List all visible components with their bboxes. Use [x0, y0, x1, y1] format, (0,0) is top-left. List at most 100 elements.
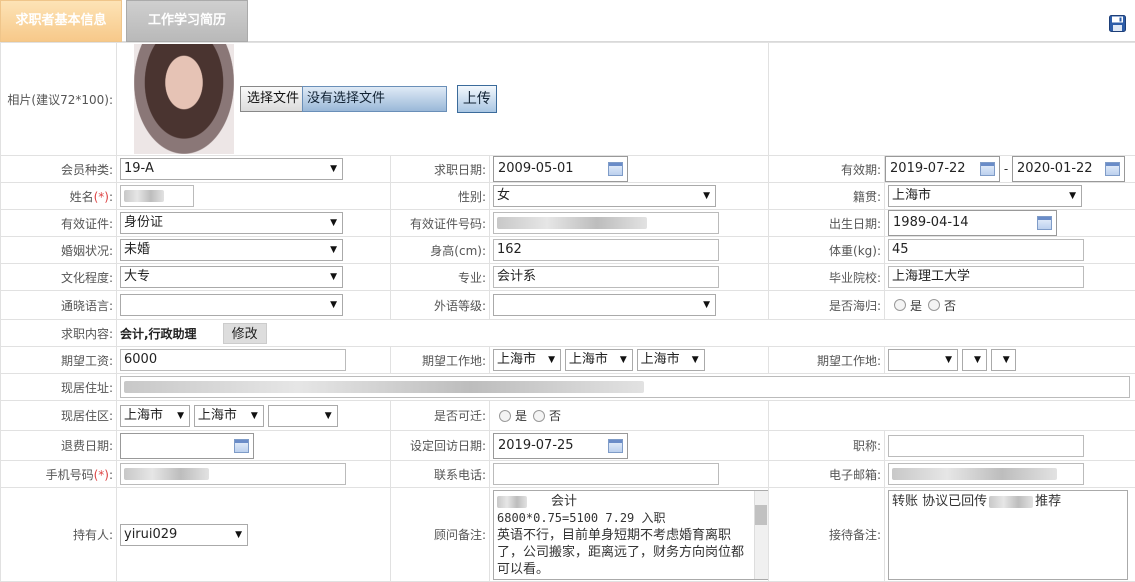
relocate-right-blank — [768, 400, 1135, 431]
visit-date-field[interactable]: 2019-07-25 — [493, 432, 628, 459]
chevron-down-icon: ▼ — [330, 218, 337, 228]
gender-select[interactable]: 女 ▼ — [493, 185, 716, 207]
redacted-id-number — [497, 216, 647, 229]
contact-phone-label: 联系电话: — [390, 460, 490, 488]
upload-button[interactable]: 上传 — [456, 85, 497, 113]
scrollbar-thumb[interactable] — [755, 505, 767, 525]
email-input[interactable] — [888, 463, 1085, 485]
save-icon[interactable] — [1109, 15, 1126, 32]
redacted-name — [124, 189, 164, 202]
name-input[interactable] — [120, 185, 194, 207]
chevron-down-icon: ▼ — [330, 164, 337, 174]
mobile-input[interactable] — [120, 463, 346, 485]
major-input[interactable]: 会计系 — [493, 266, 719, 288]
language-select[interactable]: ▼ — [120, 294, 343, 316]
reception-note-textarea[interactable]: 转账 协议已回传 推荐 — [888, 490, 1129, 580]
member-type-select[interactable]: 19-A ▼ — [120, 158, 343, 180]
tab-bar: 求职者基本信息 工作学习简历 — [0, 0, 1135, 42]
advisor-note-textarea[interactable]: 会计 6800*0.75=5100 7.29 入职 英语不行，目前单身短期不考虑… — [493, 490, 768, 580]
school-input[interactable]: 上海理工大学 — [888, 266, 1085, 288]
gender-label: 性别: — [390, 182, 490, 210]
chevron-down-icon: ▼ — [324, 410, 332, 421]
refund-date-field[interactable] — [120, 432, 254, 459]
expected-salary-input[interactable]: 6000 — [120, 349, 346, 371]
mobile-label: 手机号码(*): — [0, 460, 117, 488]
calendar-icon[interactable] — [234, 438, 249, 453]
chevron-down-icon: ▼ — [945, 355, 953, 365]
chevron-down-icon: ▼ — [619, 355, 627, 365]
id-type-label: 有效证件: — [0, 209, 117, 237]
member-type-label: 会员种类: — [0, 155, 117, 183]
apply-date-label: 求职日期: — [390, 155, 490, 183]
calendar-icon[interactable] — [980, 162, 996, 176]
marital-label: 婚姻状况: — [0, 236, 117, 264]
job-title-input[interactable] — [888, 434, 1085, 457]
expected-location-select-3[interactable]: 上海市 ▼ — [636, 349, 705, 371]
chevron-down-icon: ▼ — [250, 410, 258, 421]
visit-date-label: 设定回访日期: — [390, 430, 490, 461]
relocate-no-label: 否 — [549, 409, 562, 423]
calendar-icon[interactable] — [1037, 216, 1053, 230]
returnee-label: 是否海归: — [768, 290, 886, 320]
calendar-icon[interactable] — [608, 438, 623, 453]
foreign-level-select[interactable]: ▼ — [493, 294, 716, 316]
expected-location-2-select-3[interactable]: ▼ — [990, 349, 1016, 371]
valid-from-field[interactable]: 2019-07-22 — [885, 156, 1001, 182]
calendar-icon[interactable] — [1105, 162, 1121, 176]
email-label: 电子邮箱: — [768, 460, 886, 488]
contact-phone-input[interactable] — [493, 463, 719, 485]
id-type-select[interactable]: 身份证 ▼ — [120, 212, 343, 234]
returnee-no-radio[interactable] — [928, 299, 941, 311]
redacted-email — [892, 467, 1058, 480]
weight-label: 体重(kg): — [768, 236, 886, 264]
job-content-value: 会计,行政助理 — [120, 326, 197, 341]
calendar-icon[interactable] — [608, 162, 623, 176]
expected-location-select-1[interactable]: 上海市 ▼ — [493, 349, 561, 371]
residence-area-select-2[interactable]: 上海市 ▼ — [193, 404, 264, 427]
modify-button[interactable]: 修改 — [222, 322, 267, 344]
birth-date-field[interactable]: 1989-04-14 — [888, 210, 1058, 236]
tab-basic-info[interactable]: 求职者基本信息 — [0, 0, 122, 42]
birth-date-label: 出生日期: — [768, 209, 886, 237]
id-number-input[interactable] — [493, 212, 719, 234]
member-photo — [134, 44, 234, 154]
chevron-down-icon: ▼ — [691, 355, 699, 365]
apply-date-field[interactable]: 2009-05-01 — [493, 156, 628, 182]
photo-right-blank — [768, 42, 1135, 156]
advisor-note-scrollbar[interactable] — [754, 491, 768, 579]
relocate-yes-label: 是 — [515, 409, 528, 423]
chevron-down-icon: ▼ — [973, 355, 981, 365]
expected-location-select-2[interactable]: 上海市 ▼ — [564, 349, 633, 371]
returnee-yes-radio[interactable] — [894, 299, 907, 311]
advisor-note-line-2: 6800*0.75=5100 7.29 入职 — [497, 511, 666, 525]
valid-to-field[interactable]: 2020-01-22 — [1012, 156, 1126, 182]
education-label: 文化程度: — [0, 263, 117, 291]
relocate-yes-radio[interactable] — [499, 409, 511, 422]
expected-location-label: 期望工作地: — [390, 346, 490, 374]
expected-location-2-select-2[interactable]: ▼ — [961, 349, 987, 371]
tab-work-resume[interactable]: 工作学习简历 — [126, 0, 248, 42]
reception-note-text-2: 推荐 — [1035, 494, 1062, 509]
redacted-reception-name — [989, 495, 1034, 508]
school-label: 毕业院校: — [768, 263, 886, 291]
holder-select[interactable]: yirui029 ▼ — [120, 523, 248, 546]
choose-file-button[interactable]: 选择文件 — [240, 86, 307, 112]
relocate-no-radio[interactable] — [533, 409, 546, 422]
member-info-form: 相片(建议72*100): 选择文件 没有选择文件 上传 会员种类: 19-A ▼ … — [0, 42, 1135, 582]
residence-area-select-1[interactable]: 上海市 ▼ — [120, 404, 190, 427]
job-title-label: 职称: — [768, 430, 886, 461]
native-place-select[interactable]: 上海市 ▼ — [888, 185, 1083, 207]
returnee-no-label: 否 — [944, 298, 957, 313]
refund-date-label: 退费日期: — [0, 430, 117, 461]
chevron-down-icon: ▼ — [1002, 355, 1010, 365]
address-label: 现居住址: — [0, 373, 117, 401]
residence-area-select-3[interactable]: ▼ — [267, 404, 338, 427]
advisor-note-line-3: 英语不行，目前单身短期不考虑婚育离职了，公司搬家，距离远了，财务方向岗位都可以看… — [497, 528, 745, 577]
foreign-level-label: 外语等级: — [390, 290, 490, 320]
expected-location-2-select-1[interactable]: ▼ — [888, 349, 959, 371]
education-select[interactable]: 大专 ▼ — [120, 266, 343, 288]
height-input[interactable]: 162 — [493, 239, 719, 261]
address-input[interactable] — [120, 376, 1130, 398]
marital-select[interactable]: 未婚 ▼ — [120, 239, 343, 261]
weight-input[interactable]: 45 — [888, 239, 1085, 261]
